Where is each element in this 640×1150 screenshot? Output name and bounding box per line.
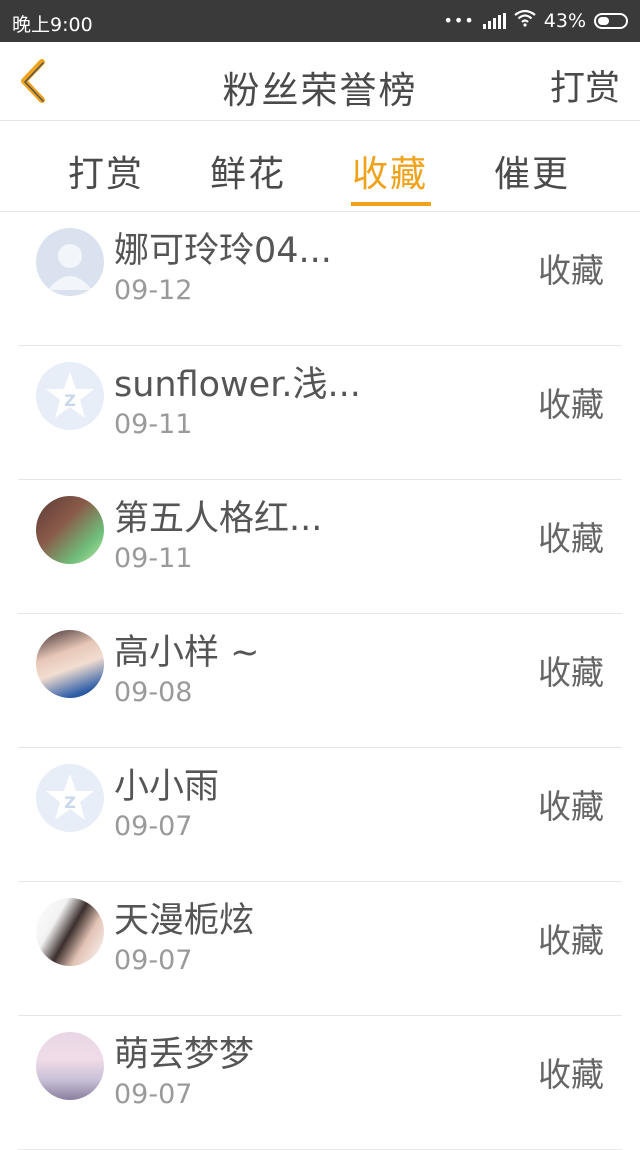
qzone-star-avatar-icon: Z [36,764,104,832]
action-type: 收藏 [538,519,604,558]
status-time: 晚上9:00 [12,14,93,36]
action-type: 收藏 [538,787,604,826]
user-photo-avatar [36,898,104,966]
action-type: 收藏 [538,653,604,692]
status-bar: 晚上9:00 ••• 43% [0,0,640,42]
tab-urge-update[interactable]: 催更 [494,145,570,197]
fan-name: 天漫栀炫 [114,901,255,941]
header-bar: 粉丝荣誉榜 打赏 [0,42,640,121]
action-type: 收藏 [538,921,604,960]
list-item[interactable]: Z sunflower.浅... 09-11 收藏 [0,346,640,480]
reward-button[interactable]: 打赏 [550,60,620,111]
svg-text:Z: Z [64,391,76,410]
fan-date: 09-12 [114,275,193,306]
svg-text:Z: Z [64,793,76,812]
fan-name: 高小样 ~ [114,633,260,673]
signal-icon [482,12,506,29]
action-type: 收藏 [538,385,604,424]
tab-bar: 打赏 鲜花 收藏 催更 [0,121,640,212]
fan-name: 小小雨 [114,767,220,807]
fan-list: 娜可玲玲04... 09-12 收藏 Z sunflower.浅... 09-1… [0,212,640,1150]
user-photo-avatar [36,496,104,564]
fan-date: 09-07 [114,1079,193,1110]
fan-date: 09-11 [114,543,193,574]
list-item[interactable]: 天漫栀炫 09-07 收藏 [0,882,640,1016]
default-person-avatar-icon [36,228,104,296]
notification-dots-icon: ••• [443,11,475,30]
wifi-icon [514,9,536,32]
fan-name: 第五人格红... [114,499,323,539]
list-item[interactable]: 萌丢梦梦 09-07 收藏 [0,1016,640,1150]
user-photo-avatar [36,630,104,698]
status-icons: ••• 43% [443,9,628,32]
fan-name: 萌丢梦梦 [114,1035,255,1075]
tab-flowers[interactable]: 鲜花 [210,145,286,197]
list-item[interactable]: 第五人格红... 09-11 收藏 [0,480,640,614]
fan-date: 09-07 [114,811,193,842]
list-item[interactable]: 娜可玲玲04... 09-12 收藏 [0,212,640,346]
list-item[interactable]: 高小样 ~ 09-08 收藏 [0,614,640,748]
user-photo-avatar [36,1032,104,1100]
tab-favorites[interactable]: 收藏 [352,145,428,197]
battery-icon [594,12,628,29]
fan-date: 09-07 [114,945,193,976]
active-tab-indicator [351,202,431,206]
battery-percent: 43% [543,9,586,32]
page-title: 粉丝荣誉榜 [222,69,418,112]
fan-date: 09-08 [114,677,193,708]
action-type: 收藏 [538,251,604,290]
fan-name: 娜可玲玲04... [114,231,332,271]
tab-reward[interactable]: 打赏 [68,145,144,197]
list-item[interactable]: Z 小小雨 09-07 收藏 [0,748,640,882]
qzone-star-avatar-icon: Z [36,362,104,430]
fan-name: sunflower.浅... [114,365,361,405]
fan-date: 09-11 [114,409,193,440]
action-type: 收藏 [538,1055,604,1094]
